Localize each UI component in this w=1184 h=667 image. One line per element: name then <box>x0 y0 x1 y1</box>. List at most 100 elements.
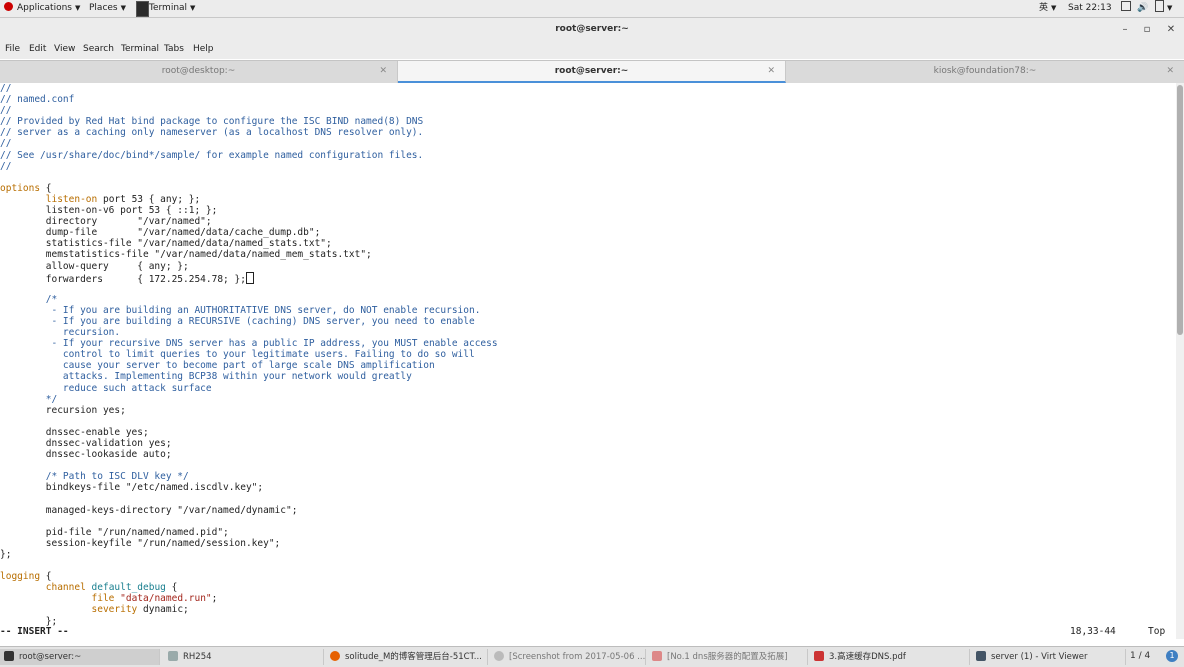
tab-root-server[interactable]: root@server:~ ✕ <box>398 61 786 83</box>
tab-kiosk-foundation[interactable]: kiosk@foundation78:~ ✕ <box>786 61 1184 83</box>
code-line: // <box>0 161 1176 172</box>
menu-tabs[interactable]: Tabs <box>164 44 184 54</box>
code-token: - If your recursive DNS server has a pub… <box>0 338 498 350</box>
code-token: { <box>40 571 52 583</box>
code-token: recursion yes; <box>0 404 126 416</box>
close-tab-icon[interactable]: ✕ <box>379 61 387 81</box>
task-pdf[interactable]: 3.高速缓存DNS.pdf <box>810 649 970 665</box>
code-token: // <box>0 138 12 150</box>
code-token: // <box>0 160 12 172</box>
terminal-view[interactable]: //// named.conf//// Provided by Red Hat … <box>0 83 1176 639</box>
code-token: // <box>0 83 12 94</box>
menu-terminal[interactable]: Terminal <box>121 44 159 54</box>
code-token: dnssec-lookaside auto; <box>0 449 172 461</box>
code-line: // server as a caching only nameserver (… <box>0 127 1176 138</box>
code-token: default_debug <box>91 582 166 594</box>
tab-bar: root@desktop:~ ✕ root@server:~ ✕ kiosk@f… <box>0 60 1184 84</box>
code-token: "data/named.run" <box>120 593 212 605</box>
code-token: dump-file "/var/named/data/cache_dump.db… <box>0 227 321 239</box>
code-line: - If your recursive DNS server has a pub… <box>0 338 1176 349</box>
task-dns-doc[interactable]: [No.1 dns服务器的配置及拓展] <box>648 649 808 665</box>
task-screenshot[interactable]: [Screenshot from 2017-05-06 ... <box>490 649 646 665</box>
close-button[interactable]: ✕ <box>1164 23 1178 37</box>
code-line: severity dynamic; <box>0 604 1176 615</box>
code-line: attacks. Implementing BCP38 within your … <box>0 371 1176 382</box>
workspace-indicator[interactable]: 1 / 4 <box>1130 651 1150 661</box>
task-label: RH254 <box>183 652 212 662</box>
window-titlebar: root@server:~ – ▫ ✕ <box>0 18 1184 42</box>
task-rh254[interactable]: RH254 <box>164 649 324 665</box>
code-line: */ <box>0 394 1176 405</box>
code-token: forwarders { 172.25.254.78; }; <box>0 273 246 285</box>
menu-view[interactable]: View <box>54 44 75 54</box>
code-line: listen-on-v6 port 53 { ::1; }; <box>0 205 1176 216</box>
scrollbar-thumb[interactable] <box>1177 85 1183 335</box>
scrollbar[interactable] <box>1176 83 1184 639</box>
code-token: statistics-file "/var/named/data/named_s… <box>0 238 332 250</box>
code-token: listen-on-v6 port 53 { ::1; }; <box>0 205 218 217</box>
code-token: recursion. <box>0 327 121 339</box>
code-token: severity <box>91 604 138 616</box>
code-token: // <box>0 105 12 117</box>
minimize-button[interactable]: – <box>1118 23 1132 37</box>
applications-label: Applications <box>17 3 72 13</box>
menu-help[interactable]: Help <box>193 44 214 54</box>
menu-search[interactable]: Search <box>83 44 114 54</box>
code-token: dnssec-validation yes; <box>0 438 172 449</box>
volume-icon[interactable]: 🔊 <box>1137 0 1148 17</box>
code-line: file "data/named.run"; <box>0 593 1176 604</box>
code-line: // <box>0 83 1176 94</box>
menu-file[interactable]: File <box>5 44 20 54</box>
code-line: - If you are building an AUTHORITATIVE D… <box>0 305 1176 316</box>
folder-icon <box>168 651 178 661</box>
code-line: dump-file "/var/named/data/cache_dump.db… <box>0 227 1176 238</box>
applications-menu[interactable]: Applications ▼ <box>4 0 80 17</box>
maximize-button[interactable]: ▫ <box>1140 23 1154 37</box>
code-line: // <box>0 138 1176 149</box>
task-firefox[interactable]: solitude_M的博客管理后台-51CT... <box>326 649 488 665</box>
code-line: forwarders { 172.25.254.78; }; <box>0 271 1176 285</box>
close-tab-icon[interactable]: ✕ <box>1166 61 1174 81</box>
clock[interactable]: Sat 22:13 <box>1068 0 1112 17</box>
code-token: file <box>91 593 115 605</box>
input-method-indicator[interactable]: 英 ▼ <box>1039 0 1056 17</box>
code-line: dnssec-lookaside auto; <box>0 449 1176 460</box>
close-tab-icon[interactable]: ✕ <box>767 61 775 81</box>
code-line: /* <box>0 294 1176 305</box>
tab-root-desktop[interactable]: root@desktop:~ ✕ <box>0 61 398 83</box>
code-line: logging { <box>0 571 1176 582</box>
code-token: logging <box>0 571 41 583</box>
code-token: pid-file "/run/named/named.pid"; <box>0 526 229 538</box>
top-panel: Applications ▼ Places ▼ Terminal ▼ 英 ▼ Sat 2… <box>0 0 1184 18</box>
task-virt-viewer[interactable]: server (1) - Virt Viewer <box>972 649 1126 665</box>
cursor-position: 18,33-44 <box>1070 626 1116 637</box>
window-icon[interactable] <box>1121 0 1131 17</box>
info-badge[interactable]: 1 <box>1166 650 1178 662</box>
code-line: }; <box>0 549 1176 560</box>
code-line: // named.conf <box>0 94 1176 105</box>
code-token: dnssec-enable yes; <box>0 426 149 438</box>
places-label: Places <box>89 3 118 13</box>
window-title: root@server:~ <box>555 24 629 34</box>
code-token: control to limit queries to your legitim… <box>0 349 475 361</box>
code-token: dynamic; <box>137 604 189 616</box>
code-line: control to limit queries to your legitim… <box>0 349 1176 360</box>
places-menu[interactable]: Places ▼ <box>89 0 126 17</box>
code-token: // See /usr/share/doc/bind*/sample/ for … <box>0 149 424 161</box>
code-line: recursion. <box>0 327 1176 338</box>
terminal-app-menu[interactable]: Terminal ▼ <box>149 0 195 17</box>
task-label: [Screenshot from 2017-05-06 ... <box>509 652 646 662</box>
menu-edit[interactable]: Edit <box>29 44 46 54</box>
code-token: managed-keys-directory "/var/named/dynam… <box>0 504 298 516</box>
monitor-icon <box>976 651 986 661</box>
battery-icon[interactable]: ▼ <box>1155 0 1172 17</box>
firefox-icon <box>330 651 340 661</box>
code-line: dnssec-validation yes; <box>0 438 1176 449</box>
code-token: attacks. Implementing BCP38 within your … <box>0 371 412 383</box>
task-terminal[interactable]: root@server:~ <box>0 649 160 665</box>
document-icon <box>652 651 662 661</box>
